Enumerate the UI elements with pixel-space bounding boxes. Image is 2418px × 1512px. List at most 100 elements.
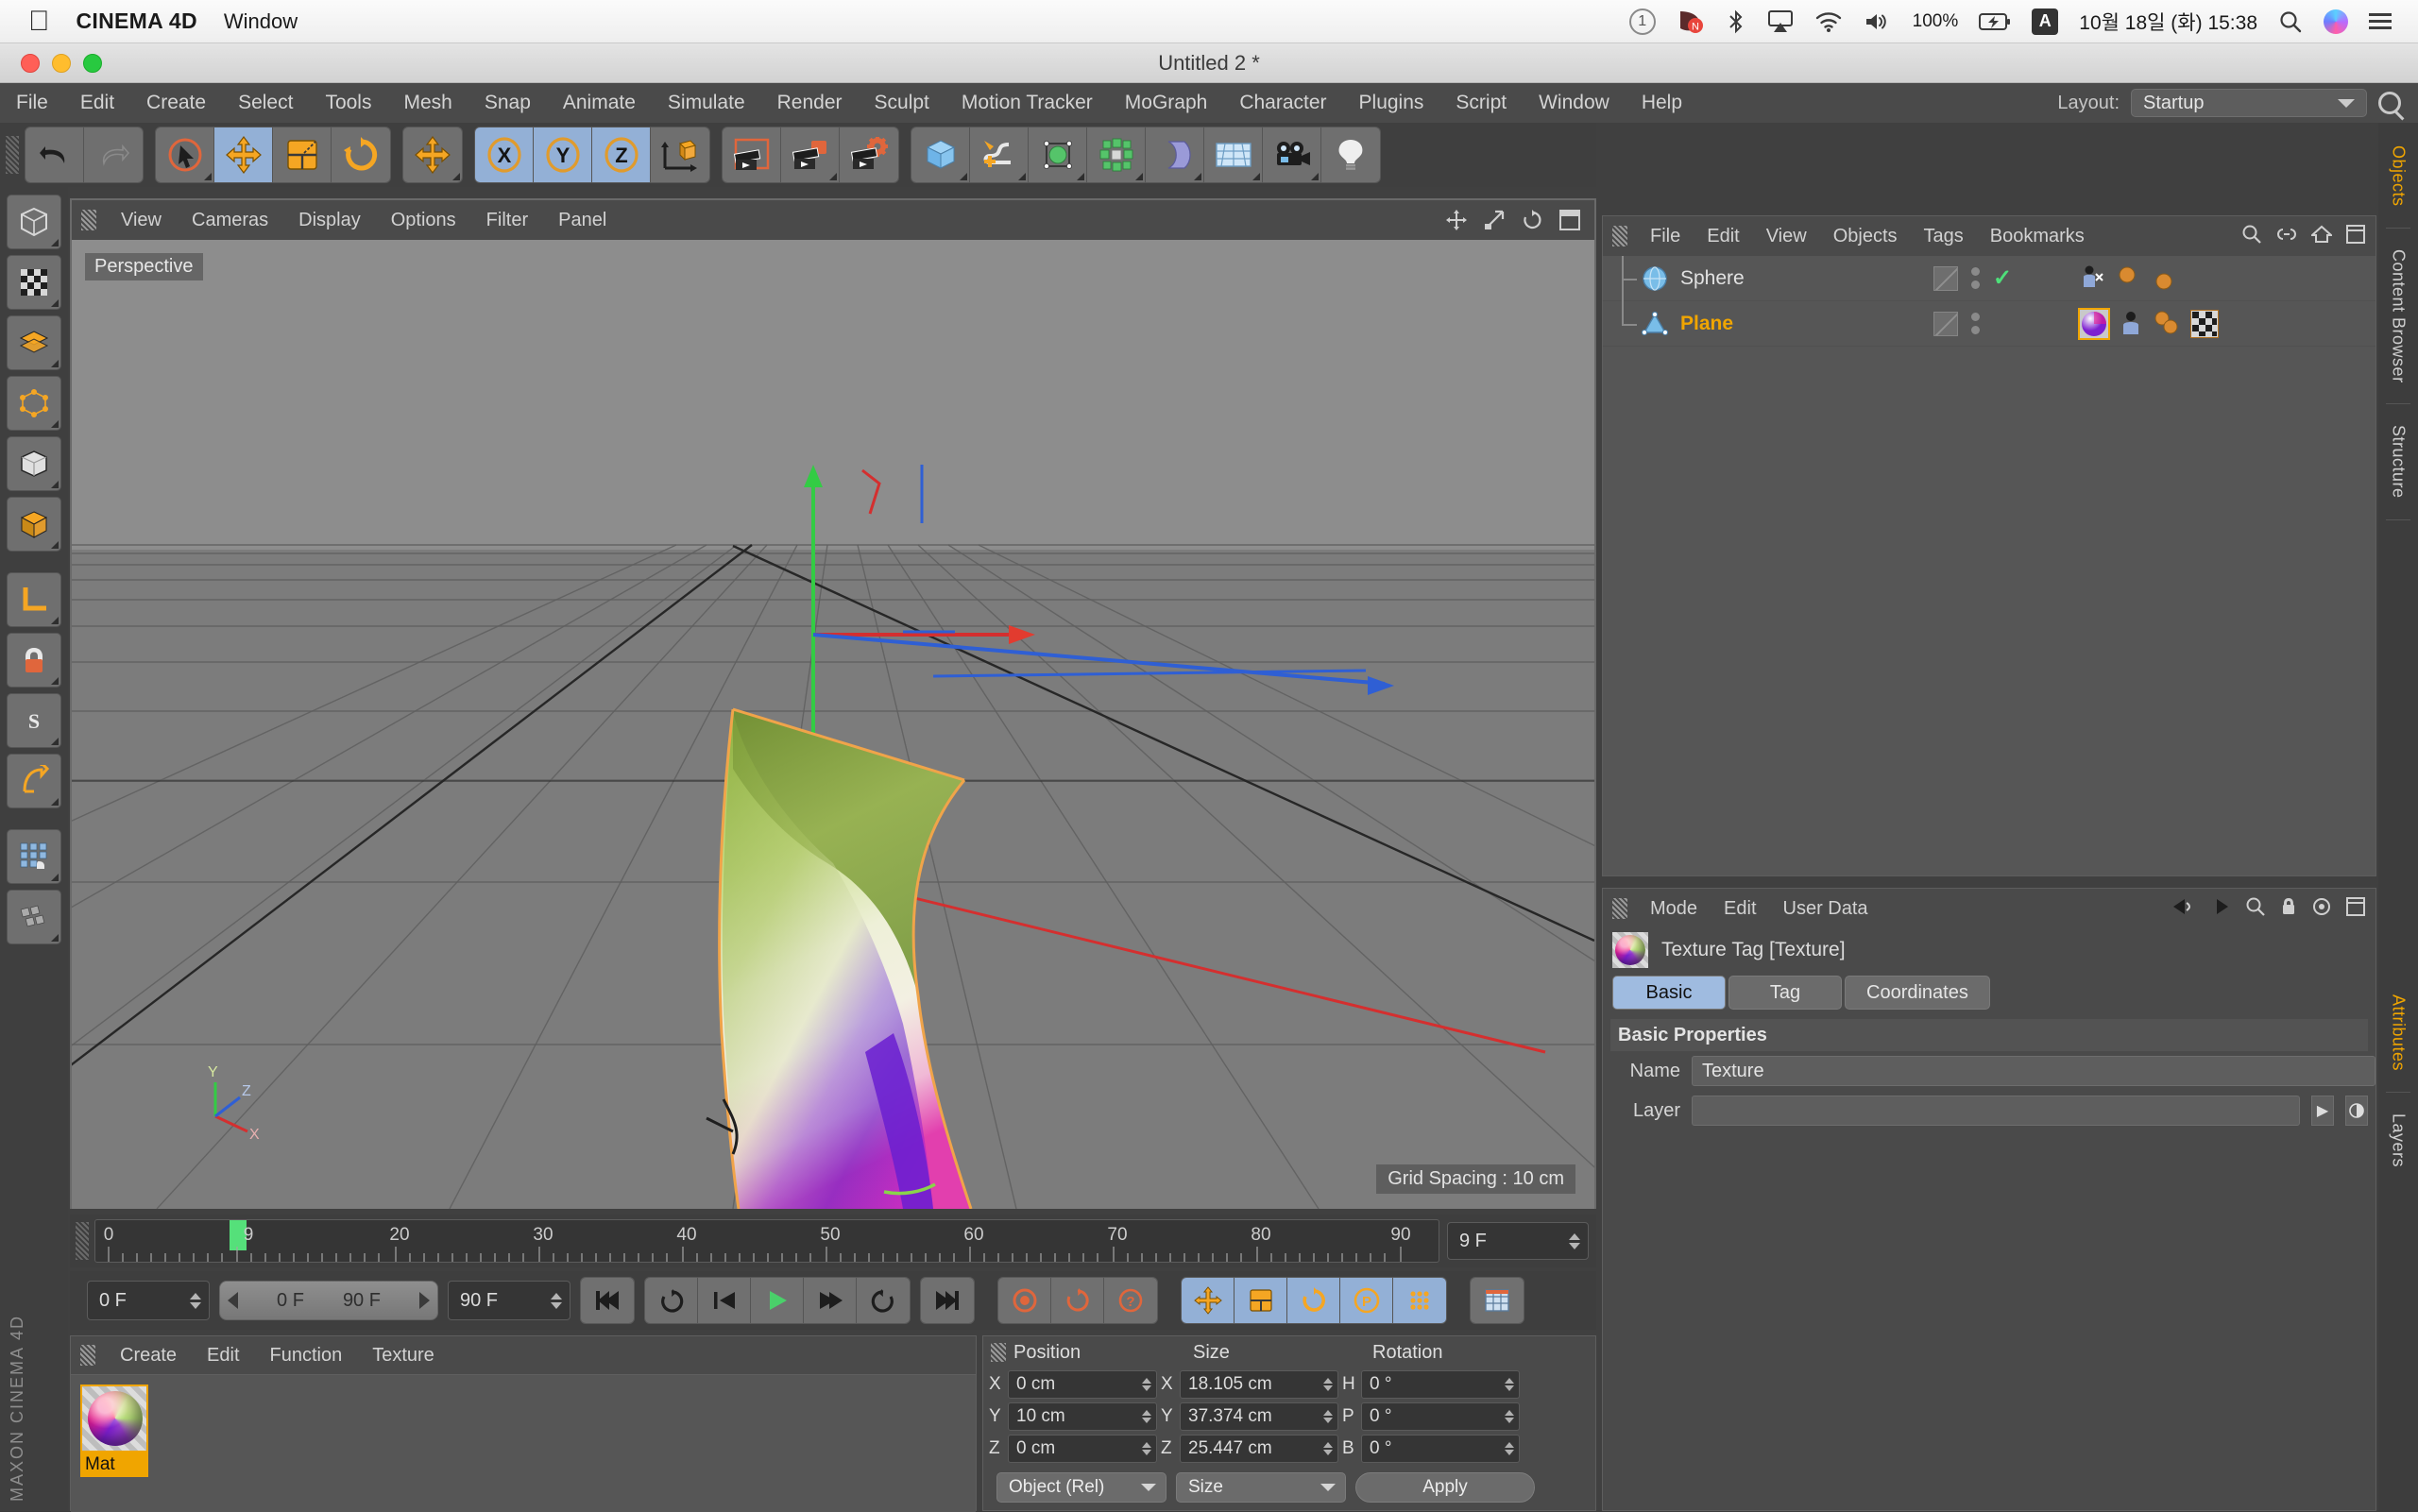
target-icon[interactable] xyxy=(2311,896,2332,922)
menu-plugins[interactable]: Plugins xyxy=(1343,92,1440,114)
viewport-menu-options[interactable]: Options xyxy=(376,210,471,231)
phong-tag-icon[interactable] xyxy=(2117,310,2145,338)
render-settings-button[interactable] xyxy=(840,127,898,182)
menu-create[interactable]: Create xyxy=(130,92,222,114)
orange-dot-icon[interactable] xyxy=(2154,310,2182,338)
snap-toggle-button[interactable]: S xyxy=(7,693,61,748)
object-menu-objects[interactable]: Objects xyxy=(1820,226,1911,247)
toolbar-grip[interactable] xyxy=(6,136,19,174)
layer-picker-icon[interactable] xyxy=(2345,1096,2368,1126)
coordinates-grip[interactable] xyxy=(991,1343,1006,1362)
user-badge-icon[interactable]: 1 xyxy=(1628,8,1656,35)
viewport-grip[interactable] xyxy=(81,210,96,230)
object-row-sphere[interactable]: Sphere ✓ xyxy=(1603,255,2375,301)
model-mode-button[interactable] xyxy=(7,195,61,249)
play-button[interactable] xyxy=(751,1278,804,1323)
object-menu-tags[interactable]: Tags xyxy=(1911,226,1977,247)
menu-sculpt[interactable]: Sculpt xyxy=(859,92,945,114)
add-mograph-button[interactable] xyxy=(1087,127,1146,182)
battery-charging-icon[interactable] xyxy=(1979,12,2011,31)
size-y-stepper[interactable] xyxy=(1323,1410,1333,1423)
viewport-menu-filter[interactable]: Filter xyxy=(471,210,543,231)
layer-field[interactable] xyxy=(1692,1096,2300,1126)
apple-logo-icon[interactable]:  xyxy=(28,7,50,36)
rotation-h-field[interactable]: 0 ° xyxy=(1361,1370,1520,1399)
material-name-label[interactable]: Mat xyxy=(80,1453,148,1477)
rail-tab-layers[interactable]: Layers xyxy=(2389,1100,2409,1181)
viewport-menu-display[interactable]: Display xyxy=(283,210,376,231)
current-frame-field[interactable]: 9 F xyxy=(1447,1222,1589,1260)
render-to-picture-viewer-button[interactable] xyxy=(781,127,840,182)
new-window-icon[interactable] xyxy=(2345,224,2366,249)
record-keyframe-button[interactable] xyxy=(998,1278,1051,1323)
visibility-dots[interactable] xyxy=(1971,313,1980,334)
end-frame-field[interactable]: 90 F xyxy=(448,1281,570,1320)
menu-file[interactable]: File xyxy=(0,92,64,114)
preview-range-slider[interactable]: 0 F 90 F xyxy=(219,1281,438,1320)
search-icon[interactable] xyxy=(2241,224,2262,249)
bluetooth-icon[interactable] xyxy=(1726,8,1746,35)
menu-select[interactable]: Select xyxy=(222,92,309,114)
siri-icon[interactable] xyxy=(2324,8,2348,34)
object-row-plane[interactable]: Plane xyxy=(1603,300,2375,347)
scale-tool[interactable] xyxy=(273,127,332,182)
home-icon[interactable] xyxy=(2309,225,2334,248)
next-keyframe-button[interactable] xyxy=(857,1278,910,1323)
attribute-manager-grip[interactable] xyxy=(1612,898,1627,919)
go-to-end-button[interactable] xyxy=(921,1278,974,1323)
coordinate-mode-dropdown[interactable]: Object (Rel) xyxy=(996,1472,1166,1503)
menu-render[interactable]: Render xyxy=(761,92,859,114)
point-mode-button[interactable] xyxy=(7,376,61,431)
size-x-field[interactable]: 18.105 cm xyxy=(1180,1370,1338,1399)
range-right-arrow-icon[interactable] xyxy=(418,1292,430,1309)
orange-dot-icon[interactable] xyxy=(2117,264,2145,293)
undo-button[interactable] xyxy=(26,127,84,182)
checker-tag-icon[interactable] xyxy=(2189,308,2220,339)
position-z-field[interactable]: 0 cm xyxy=(1008,1435,1157,1463)
scale-key-toggle[interactable] xyxy=(1235,1278,1287,1323)
size-mode-dropdown[interactable]: Size xyxy=(1176,1472,1346,1503)
menu-motion-tracker[interactable]: Motion Tracker xyxy=(945,92,1109,114)
add-deformer-button[interactable] xyxy=(1146,127,1204,182)
notification-icon[interactable]: N xyxy=(1677,8,1705,36)
enable-axis-button[interactable] xyxy=(7,829,61,884)
phong-tag-icon[interactable] xyxy=(2080,264,2108,293)
position-y-field[interactable]: 10 cm xyxy=(1008,1402,1157,1431)
scale-view-icon[interactable] xyxy=(1483,209,1506,231)
axis-x-lock[interactable]: X xyxy=(475,127,534,182)
viewport-menu-panel[interactable]: Panel xyxy=(543,210,622,231)
rotate-tool[interactable] xyxy=(332,127,390,182)
object-menu-bookmarks[interactable]: Bookmarks xyxy=(1977,226,2098,247)
position-x-field[interactable]: 0 cm xyxy=(1008,1370,1157,1399)
size-y-field[interactable]: 37.374 cm xyxy=(1180,1402,1338,1431)
size-z-field[interactable]: 25.447 cm xyxy=(1180,1435,1338,1463)
move-tool[interactable] xyxy=(214,127,273,182)
sphere-object-icon[interactable] xyxy=(1639,263,1671,295)
position-x-stepper[interactable] xyxy=(1142,1378,1151,1391)
keyframe-selection-button[interactable]: ? xyxy=(1104,1278,1157,1323)
attribute-menu-user-data[interactable]: User Data xyxy=(1770,898,1882,920)
axis-y-lock[interactable]: Y xyxy=(534,127,592,182)
add-cube-button[interactable] xyxy=(911,127,970,182)
start-frame-stepper[interactable] xyxy=(190,1292,201,1309)
timeline-button[interactable] xyxy=(1471,1278,1524,1323)
menu-mesh[interactable]: Mesh xyxy=(387,92,468,114)
input-source-icon[interactable]: A xyxy=(2032,8,2059,35)
material-item[interactable]: Mat xyxy=(80,1385,148,1477)
texture-tag-icon[interactable] xyxy=(2078,307,2110,340)
rotation-p-stepper[interactable] xyxy=(1505,1410,1514,1423)
wifi-icon[interactable] xyxy=(1814,10,1843,33)
material-menu-function[interactable]: Function xyxy=(255,1345,358,1367)
parameter-key-toggle[interactable]: P xyxy=(1340,1278,1393,1323)
polygon-mode-button[interactable] xyxy=(7,315,61,370)
object-menu-view[interactable]: View xyxy=(1753,226,1820,247)
add-spline-button[interactable] xyxy=(970,127,1029,182)
add-light-button[interactable] xyxy=(1321,127,1380,182)
menu-script[interactable]: Script xyxy=(1439,92,1523,114)
rotate-view-icon[interactable] xyxy=(1521,209,1543,231)
step-forward-button[interactable] xyxy=(804,1278,857,1323)
rail-tab-attributes[interactable]: Attributes xyxy=(2389,981,2409,1084)
visibility-toggle[interactable] xyxy=(1933,311,1958,336)
lock-icon[interactable] xyxy=(2279,896,2298,922)
add-environment-button[interactable] xyxy=(1204,127,1263,182)
